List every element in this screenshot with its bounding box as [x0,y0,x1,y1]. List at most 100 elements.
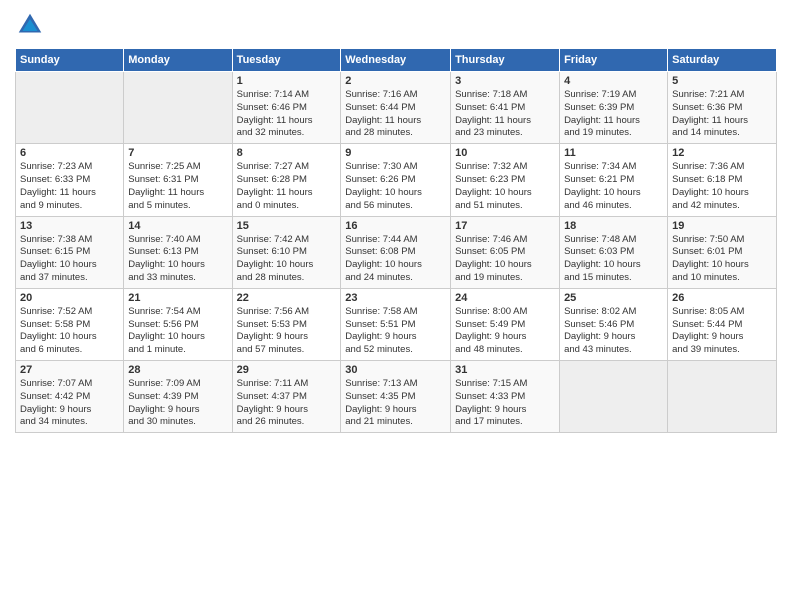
calendar-cell: 19 Sunrise: 7:50 AM Sunset: 6:01 PM Dayli… [668,216,777,288]
day-number: 4 [564,75,663,87]
day-number: 21 [128,292,227,304]
day-info: Sunrise: 7:42 AM Sunset: 6:10 PM Dayligh… [237,234,337,285]
calendar-cell: 3 Sunrise: 7:18 AM Sunset: 6:41 PM Daylig… [451,72,560,144]
day-number: 16 [345,220,446,232]
calendar-cell: 17 Sunrise: 7:46 AM Sunset: 6:05 PM Dayli… [451,216,560,288]
day-info: Sunrise: 8:05 AM Sunset: 5:44 PM Dayligh… [672,306,772,357]
day-number: 17 [455,220,555,232]
calendar-cell: 10 Sunrise: 7:32 AM Sunset: 6:23 PM Dayli… [451,144,560,216]
day-number: 19 [672,220,772,232]
day-number: 31 [455,364,555,376]
calendar-cell [16,72,124,144]
day-info: Sunrise: 7:27 AM Sunset: 6:28 PM Dayligh… [237,161,337,212]
day-number: 6 [20,147,119,159]
day-number: 12 [672,147,772,159]
logo-icon [15,10,45,40]
calendar-cell: 22 Sunrise: 7:56 AM Sunset: 5:53 PM Dayli… [232,288,341,360]
day-info: Sunrise: 7:13 AM Sunset: 4:35 PM Dayligh… [345,378,446,429]
calendar-cell: 31 Sunrise: 7:15 AM Sunset: 4:33 PM Dayli… [451,361,560,433]
calendar-cell: 24Sunrise: 8:00 AM Sunset: 5:49 PM Dayli… [451,288,560,360]
day-info: Sunrise: 7:56 AM Sunset: 5:53 PM Dayligh… [237,306,337,357]
day-info: Sunrise: 7:18 AM Sunset: 6:41 PM Dayligh… [455,89,555,140]
day-header-monday: Monday [124,49,232,72]
calendar-cell: 12Sunrise: 7:36 AM Sunset: 6:18 PM Dayli… [668,144,777,216]
day-number: 2 [345,75,446,87]
calendar-cell: 15 Sunrise: 7:42 AM Sunset: 6:10 PM Dayli… [232,216,341,288]
calendar-cell: 13 Sunrise: 7:38 AM Sunset: 6:15 PM Dayli… [16,216,124,288]
day-info: Sunrise: 7:58 AM Sunset: 5:51 PM Dayligh… [345,306,446,357]
day-info: Sunrise: 8:00 AM Sunset: 5:49 PM Dayligh… [455,306,555,357]
day-header-friday: Friday [560,49,668,72]
calendar-cell: 16Sunrise: 7:44 AM Sunset: 6:08 PM Dayli… [341,216,451,288]
calendar-cell: 5 Sunrise: 7:21 AM Sunset: 6:36 PM Daylig… [668,72,777,144]
calendar-cell: 20 Sunrise: 7:52 AM Sunset: 5:58 PM Dayli… [16,288,124,360]
day-number: 10 [455,147,555,159]
day-info: Sunrise: 7:30 AM Sunset: 6:26 PM Dayligh… [345,161,446,212]
day-header-sunday: Sunday [16,49,124,72]
day-info: Sunrise: 7:34 AM Sunset: 6:21 PM Dayligh… [564,161,663,212]
day-number: 20 [20,292,119,304]
day-info: Sunrise: 7:50 AM Sunset: 6:01 PM Dayligh… [672,234,772,285]
day-number: 15 [237,220,337,232]
calendar-week-row: 1 Sunrise: 7:14 AM Sunset: 6:46 PM Daylig… [16,72,777,144]
header [15,10,777,40]
day-info: Sunrise: 7:21 AM Sunset: 6:36 PM Dayligh… [672,89,772,140]
day-header-tuesday: Tuesday [232,49,341,72]
day-info: Sunrise: 7:32 AM Sunset: 6:23 PM Dayligh… [455,161,555,212]
calendar-cell: 28 Sunrise: 7:09 AM Sunset: 4:39 PM Dayli… [124,361,232,433]
day-number: 1 [237,75,337,87]
day-info: Sunrise: 7:23 AM Sunset: 6:33 PM Dayligh… [20,161,119,212]
day-info: Sunrise: 7:46 AM Sunset: 6:05 PM Dayligh… [455,234,555,285]
day-info: Sunrise: 7:14 AM Sunset: 6:46 PM Dayligh… [237,89,337,140]
calendar-cell: 8 Sunrise: 7:27 AM Sunset: 6:28 PM Daylig… [232,144,341,216]
calendar-cell: 26 Sunrise: 8:05 AM Sunset: 5:44 PM Dayli… [668,288,777,360]
day-number: 28 [128,364,227,376]
calendar-cell: 25 Sunrise: 8:02 AM Sunset: 5:46 PM Dayli… [560,288,668,360]
day-number: 26 [672,292,772,304]
day-number: 23 [345,292,446,304]
calendar-week-row: 6 Sunrise: 7:23 AM Sunset: 6:33 PM Daylig… [16,144,777,216]
calendar-cell: 6 Sunrise: 7:23 AM Sunset: 6:33 PM Daylig… [16,144,124,216]
day-number: 30 [345,364,446,376]
day-number: 8 [237,147,337,159]
logo [15,10,49,40]
calendar-cell: 23 Sunrise: 7:58 AM Sunset: 5:51 PM Dayli… [341,288,451,360]
calendar-cell: 4 Sunrise: 7:19 AM Sunset: 6:39 PM Daylig… [560,72,668,144]
calendar-table: SundayMondayTuesdayWednesdayThursdayFrid… [15,48,777,433]
day-number: 7 [128,147,227,159]
day-number: 3 [455,75,555,87]
day-header-thursday: Thursday [451,49,560,72]
day-info: Sunrise: 7:09 AM Sunset: 4:39 PM Dayligh… [128,378,227,429]
day-header-wednesday: Wednesday [341,49,451,72]
calendar-week-row: 13 Sunrise: 7:38 AM Sunset: 6:15 PM Dayli… [16,216,777,288]
calendar-cell: 30 Sunrise: 7:13 AM Sunset: 4:35 PM Dayli… [341,361,451,433]
calendar-cell [560,361,668,433]
day-header-saturday: Saturday [668,49,777,72]
calendar-cell [124,72,232,144]
day-number: 5 [672,75,772,87]
day-info: Sunrise: 7:25 AM Sunset: 6:31 PM Dayligh… [128,161,227,212]
day-info: Sunrise: 7:52 AM Sunset: 5:58 PM Dayligh… [20,306,119,357]
day-number: 22 [237,292,337,304]
calendar-week-row: 20 Sunrise: 7:52 AM Sunset: 5:58 PM Dayli… [16,288,777,360]
day-number: 11 [564,147,663,159]
day-info: Sunrise: 7:07 AM Sunset: 4:42 PM Dayligh… [20,378,119,429]
day-number: 13 [20,220,119,232]
calendar-cell: 1 Sunrise: 7:14 AM Sunset: 6:46 PM Daylig… [232,72,341,144]
calendar-cell: 21Sunrise: 7:54 AM Sunset: 5:56 PM Dayli… [124,288,232,360]
day-info: Sunrise: 7:19 AM Sunset: 6:39 PM Dayligh… [564,89,663,140]
day-info: Sunrise: 7:15 AM Sunset: 4:33 PM Dayligh… [455,378,555,429]
day-info: Sunrise: 7:16 AM Sunset: 6:44 PM Dayligh… [345,89,446,140]
calendar-cell: 27Sunrise: 7:07 AM Sunset: 4:42 PM Dayli… [16,361,124,433]
calendar-cell [668,361,777,433]
calendar-cell: 2 Sunrise: 7:16 AM Sunset: 6:44 PM Daylig… [341,72,451,144]
day-number: 18 [564,220,663,232]
day-info: Sunrise: 8:02 AM Sunset: 5:46 PM Dayligh… [564,306,663,357]
calendar-cell: 18Sunrise: 7:48 AM Sunset: 6:03 PM Dayli… [560,216,668,288]
calendar-cell: 9Sunrise: 7:30 AM Sunset: 6:26 PM Daylig… [341,144,451,216]
day-number: 29 [237,364,337,376]
calendar-cell: 14Sunrise: 7:40 AM Sunset: 6:13 PM Dayli… [124,216,232,288]
day-info: Sunrise: 7:38 AM Sunset: 6:15 PM Dayligh… [20,234,119,285]
day-number: 25 [564,292,663,304]
day-number: 14 [128,220,227,232]
